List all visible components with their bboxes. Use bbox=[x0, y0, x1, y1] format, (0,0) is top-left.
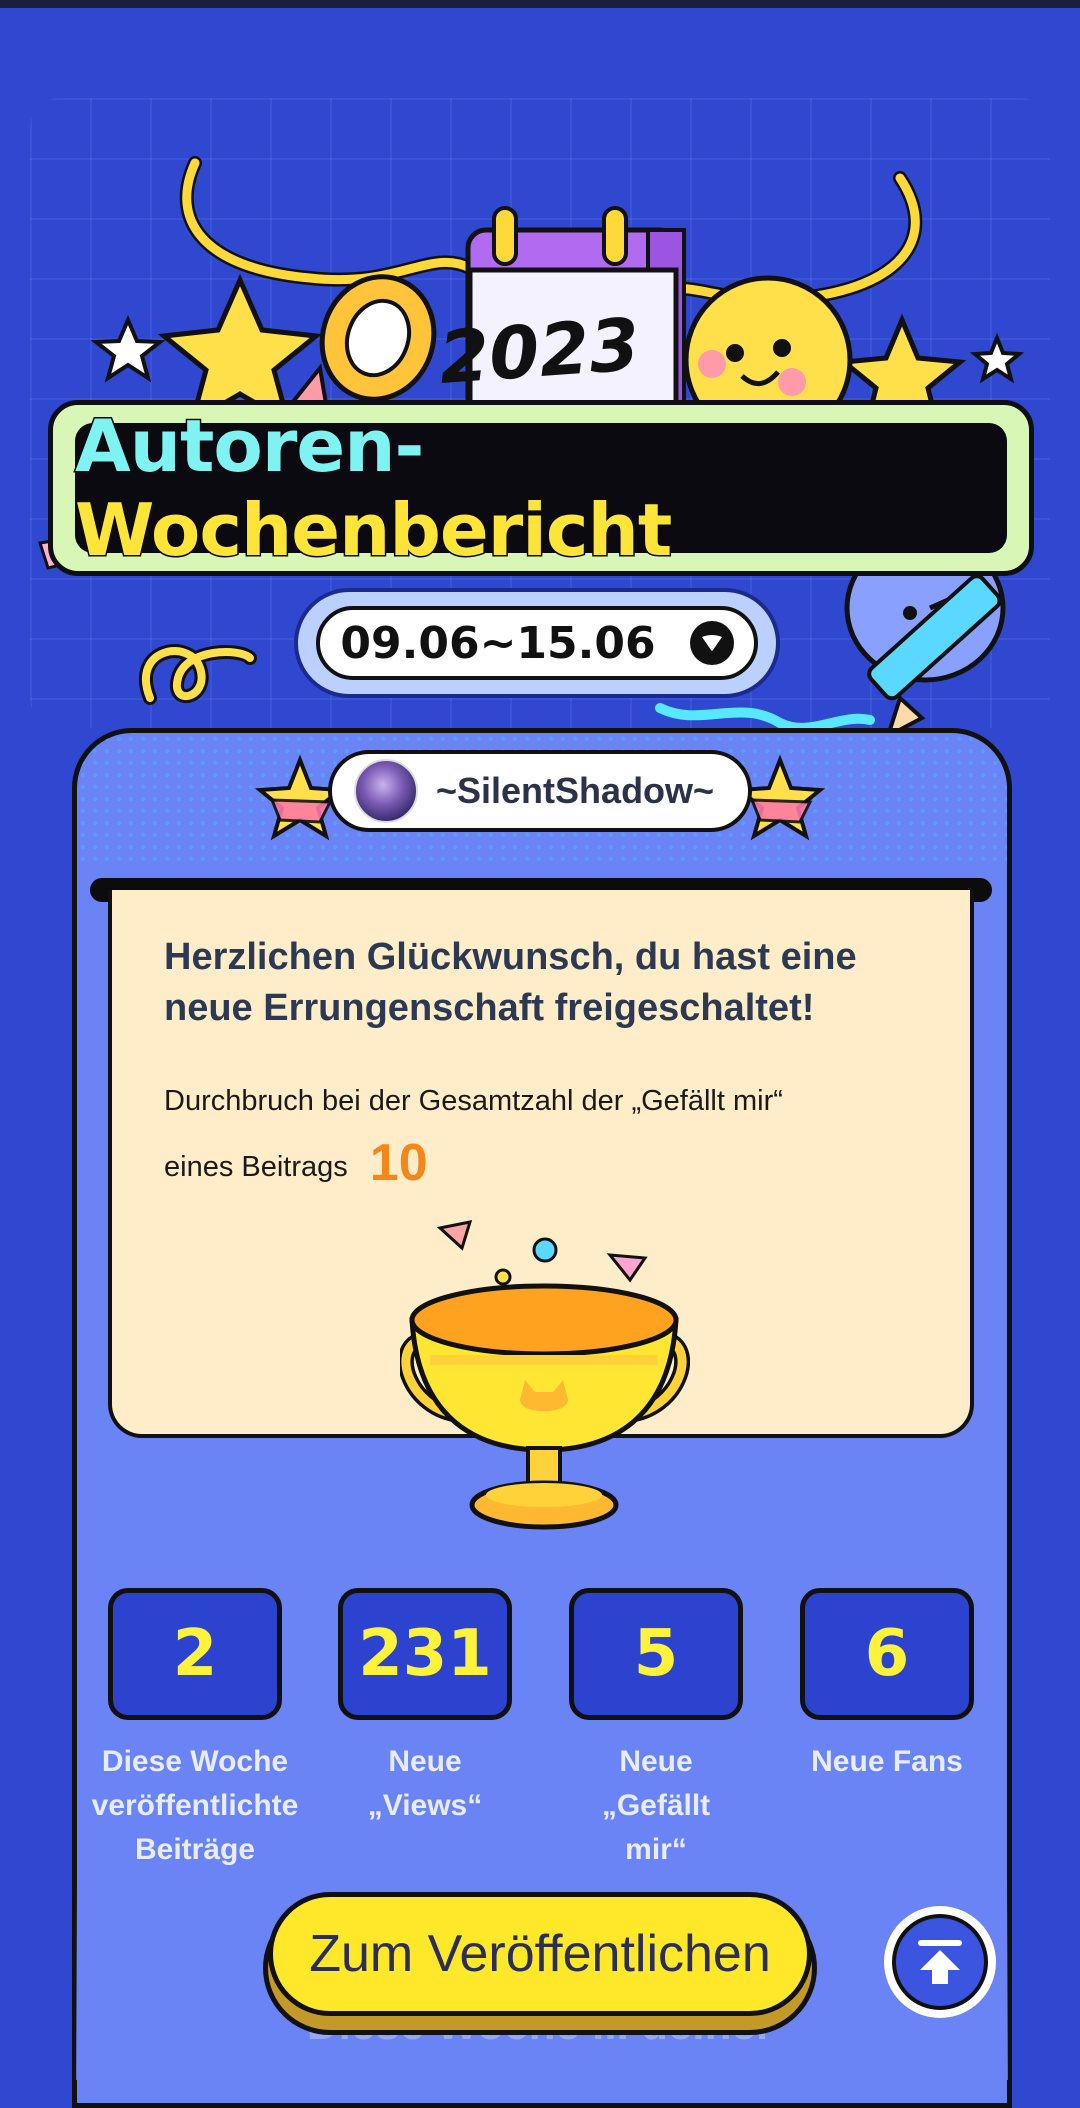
calendar-year: 2023 bbox=[436, 302, 642, 400]
star-icon bbox=[969, 332, 1025, 384]
publish-button[interactable]: Zum Veröffentlichen bbox=[268, 1892, 812, 2016]
achievement-description-line2: eines Beitrags bbox=[164, 1151, 348, 1183]
chevron-down-icon[interactable] bbox=[689, 621, 734, 665]
star-icon bbox=[90, 314, 166, 383]
weekly-stats: 2 Diese Woche veröffentlichte Beiträge 2… bbox=[92, 1588, 974, 1888]
user-badge[interactable]: ~SilentShadow~ bbox=[328, 750, 752, 832]
stat-posts: 2 Diese Woche veröffentlichte Beiträge bbox=[92, 1588, 298, 1872]
title-part-1: Autoren- bbox=[73, 403, 422, 490]
title-part-2: Wochenbericht bbox=[73, 487, 673, 574]
stat-fans: 6 Neue Fans bbox=[800, 1588, 974, 1784]
page-title: Autoren-Wochenbericht bbox=[73, 403, 1007, 574]
stat-label: Neue Fans bbox=[811, 1745, 963, 1778]
publish-button-label: Zum Veröffentlichen bbox=[309, 1925, 771, 1983]
hero-banner: 2023 Autoren-Wochenbericht 09.06~15.06 bbox=[0, 8, 1080, 748]
date-range-selector[interactable]: 09.06~15.06 bbox=[294, 588, 780, 698]
stat-value: 5 bbox=[633, 1617, 679, 1691]
stat-value: 231 bbox=[358, 1617, 492, 1691]
stat-label: Neue „Gefällt mir“ bbox=[601, 1745, 711, 1866]
calendar-icon: 2023 bbox=[436, 206, 686, 423]
achievement-description: Durchbruch bei der Gesamtzahl der „Gefäl… bbox=[164, 1070, 924, 1198]
stat-label: Diese Woche veröffentlichte Beiträge bbox=[91, 1745, 299, 1866]
stat-value: 2 bbox=[172, 1617, 218, 1691]
avatar bbox=[354, 759, 418, 823]
achievement-value: 10 bbox=[369, 1134, 428, 1192]
star-icon bbox=[734, 754, 826, 841]
date-range-text: 09.06~15.06 bbox=[340, 617, 656, 669]
achievement-heading: Herzlichen Glückwunsch, du hast eine neu… bbox=[164, 936, 857, 1029]
username: ~SilentShadow~ bbox=[436, 770, 715, 811]
stat-likes: 5 Neue „Gefällt mir“ bbox=[569, 1588, 743, 1872]
stat-label: Neue „Views“ bbox=[367, 1745, 483, 1822]
stat-value: 6 bbox=[864, 1617, 910, 1691]
stat-views: 231 Neue „Views“ bbox=[338, 1588, 512, 1828]
achievement-description-line1: Durchbruch bei der Gesamtzahl der „Gefäl… bbox=[164, 1085, 783, 1117]
trophy-icon bbox=[400, 1220, 690, 1530]
arrow-up-icon bbox=[918, 1940, 962, 1984]
status-bar bbox=[0, 0, 1080, 8]
title-banner: Autoren-Wochenbericht bbox=[48, 400, 1034, 576]
back-to-top-button[interactable] bbox=[884, 1906, 996, 2018]
